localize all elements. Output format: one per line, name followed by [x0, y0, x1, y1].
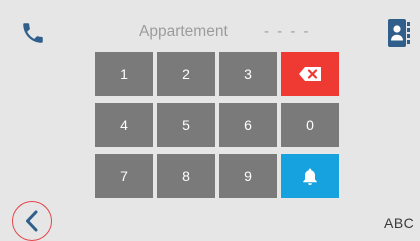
directory-icon [388, 19, 410, 47]
back-button[interactable] [12, 201, 52, 241]
apartment-label: Appartement [139, 23, 228, 40]
call-button[interactable] [281, 154, 339, 198]
chevron-left-icon [26, 210, 38, 232]
key-4[interactable]: 4 [95, 103, 153, 147]
key-7[interactable]: 7 [95, 154, 153, 198]
key-5[interactable]: 5 [157, 103, 215, 147]
directory-button[interactable] [386, 18, 412, 48]
keypad: 1 2 3 4 5 6 0 7 8 9 [95, 52, 340, 198]
key-6[interactable]: 6 [219, 103, 277, 147]
phone-icon [23, 23, 43, 43]
erase-button[interactable] [281, 52, 339, 96]
key-8[interactable]: 8 [157, 154, 215, 198]
backspace-icon [299, 67, 321, 81]
key-3[interactable]: 3 [219, 52, 277, 96]
key-0[interactable]: 0 [281, 103, 339, 147]
key-1[interactable]: 1 [95, 52, 153, 96]
key-2[interactable]: 2 [157, 52, 215, 96]
abc-button[interactable]: ABC [384, 215, 414, 231]
intercom-screen: Appartement - - - - 1 2 3 4 5 6 0 7 8 9 [0, 0, 420, 241]
phone-button[interactable] [20, 20, 46, 46]
apartment-number-display: - - - - [264, 23, 311, 40]
bell-icon [303, 168, 317, 185]
key-9[interactable]: 9 [219, 154, 277, 198]
